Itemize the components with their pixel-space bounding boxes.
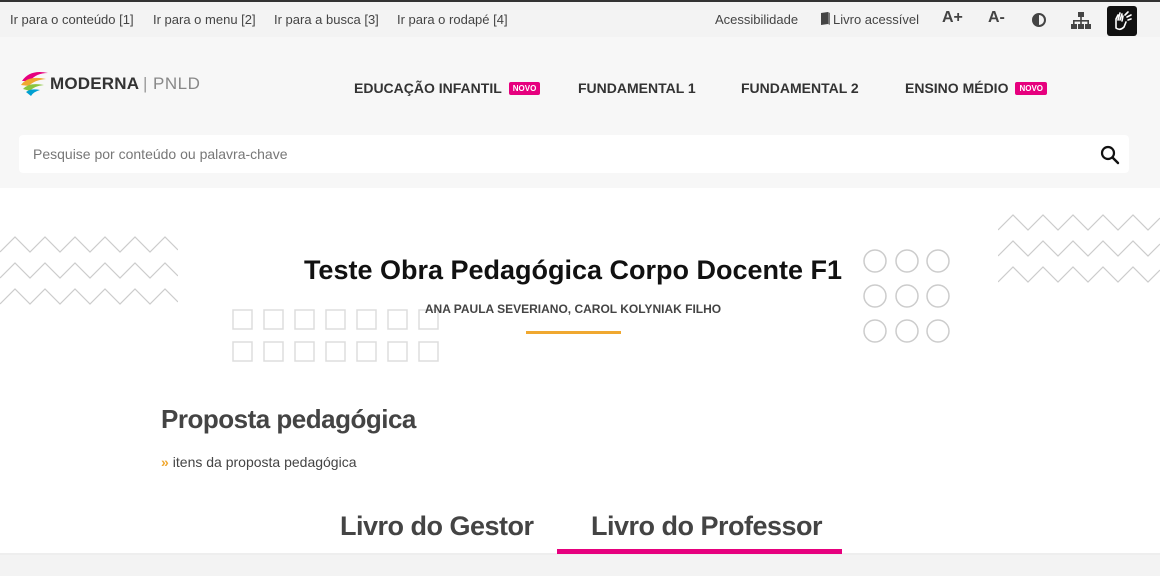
moderna-pnld-logo[interactable]: MODERNA | PNLD <box>20 67 210 101</box>
search-icon[interactable] <box>1100 145 1120 165</box>
skip-to-menu-link[interactable]: Ir para o menu [2] <box>153 12 256 27</box>
new-badge: NOVO <box>508 82 541 95</box>
tab-livro-do-professor[interactable]: Livro do Professor <box>591 511 823 542</box>
site-header: MODERNA | PNLD EDUCAÇÃO INFANTIL NOVO FUN… <box>0 37 1160 188</box>
nav-label: EDUCAÇÃO INFANTIL <box>354 80 502 96</box>
new-badge: NOVO <box>1015 82 1048 95</box>
nav-ensino-medio[interactable]: ENSINO MÉDIO NOVO <box>905 80 1048 96</box>
squares-pattern <box>232 309 439 362</box>
authors: ANA PAULA SEVERIANO, CAROL KOLYNIAK FILH… <box>424 302 722 316</box>
title-underline <box>526 331 621 334</box>
nav-educacao-infantil[interactable]: EDUCAÇÃO INFANTIL NOVO <box>354 80 541 96</box>
sign-language-button[interactable] <box>1107 6 1137 36</box>
skip-to-footer-link[interactable]: Ir para o rodapé [4] <box>397 12 508 27</box>
nav-label: ENSINO MÉDIO <box>905 80 1009 96</box>
font-increase-button[interactable]: A+ <box>942 9 963 27</box>
section-title: Proposta pedagógica <box>161 404 416 434</box>
book-icon <box>821 12 830 25</box>
accessibility-bar: Ir para o conteúdo [1] Ir para o menu [2… <box>0 0 1160 37</box>
page-title: Teste Obra Pedagógica Corpo Docente F1 <box>303 255 843 285</box>
proposta-items-link[interactable]: » itens da proposta pedagógica <box>161 454 357 470</box>
nav-fundamental-1[interactable]: FUNDAMENTAL 1 <box>578 80 696 96</box>
search-bar <box>19 135 1129 173</box>
moderna-logo-mark-icon <box>21 72 48 96</box>
double-chevron-right-icon: » <box>161 454 169 470</box>
sitemap-icon[interactable] <box>1071 12 1091 30</box>
hands-sign-language-icon <box>1115 11 1132 31</box>
active-tab-indicator <box>557 549 842 554</box>
contrast-icon[interactable] <box>1032 13 1046 27</box>
brand-separator: | <box>143 74 148 93</box>
content-bottom-strip <box>0 555 1160 576</box>
tab-livro-do-gestor[interactable]: Livro do Gestor <box>340 511 534 542</box>
accessibility-link[interactable]: Acessibilidade <box>715 12 798 27</box>
nav-fundamental-2[interactable]: FUNDAMENTAL 2 <box>741 80 859 96</box>
search-input[interactable] <box>33 144 1073 164</box>
link-label: itens da proposta pedagógica <box>172 454 357 470</box>
font-decrease-button[interactable]: A- <box>988 9 1005 27</box>
skip-to-content-link[interactable]: Ir para o conteúdo [1] <box>10 12 134 27</box>
skip-to-search-link[interactable]: Ir para a busca [3] <box>274 12 379 27</box>
accessible-book-label: Livro acessível <box>833 12 919 27</box>
brand-name: MODERNA <box>50 74 140 93</box>
brand-program: PNLD <box>153 74 201 93</box>
accessible-book-link[interactable]: Livro acessível <box>820 12 919 27</box>
